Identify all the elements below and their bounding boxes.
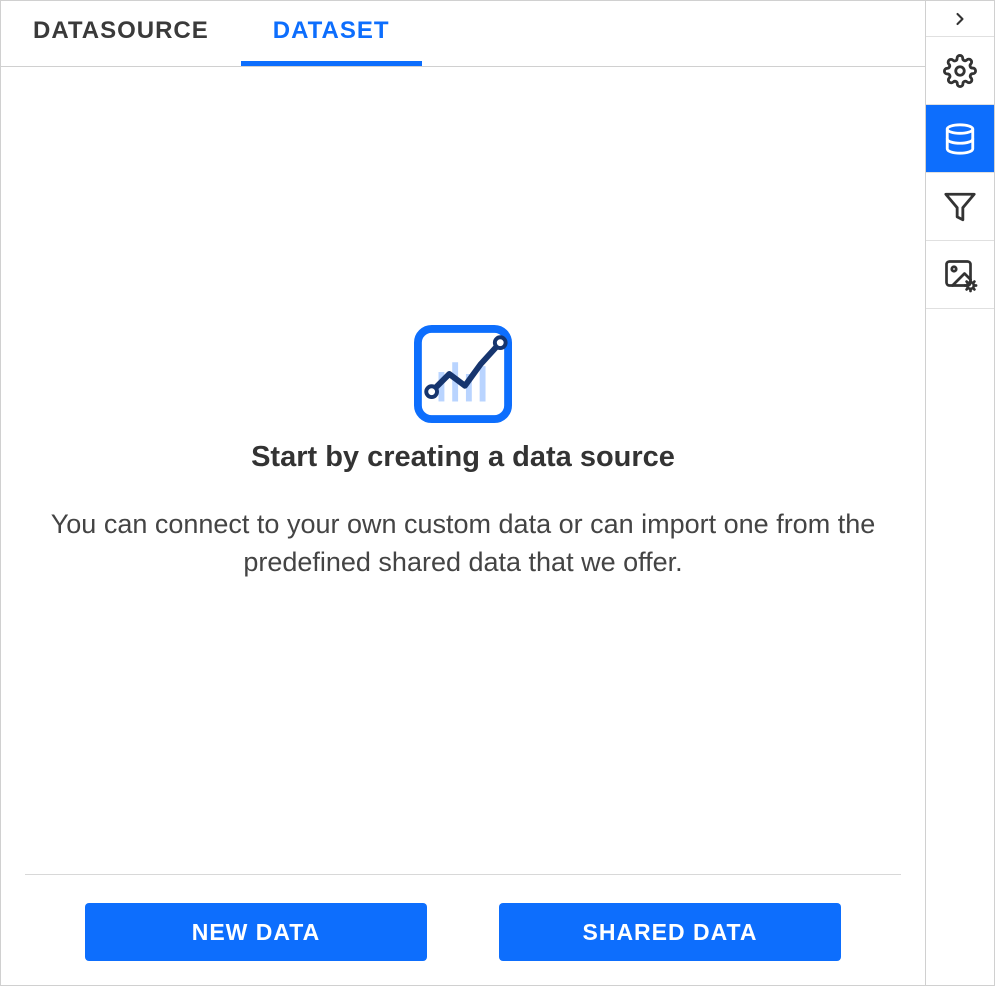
empty-state: Start by creating a data source You can … xyxy=(1,67,925,874)
app-root: DATASOURCE DATASET Start by creating a d… xyxy=(0,0,995,986)
new-data-button[interactable]: NEW DATA xyxy=(85,903,427,961)
database-icon xyxy=(943,122,977,156)
sidebar-data[interactable] xyxy=(926,105,994,173)
sidebar-image-settings[interactable] xyxy=(926,241,994,309)
footer-actions: NEW DATA SHARED DATA xyxy=(25,874,901,961)
main-panel: DATASOURCE DATASET Start by creating a d… xyxy=(1,1,926,985)
chart-icon xyxy=(414,325,512,423)
filter-icon xyxy=(943,190,977,224)
sidebar-collapse[interactable] xyxy=(926,1,994,37)
image-settings-icon xyxy=(942,257,978,293)
empty-heading: Start by creating a data source xyxy=(251,441,675,474)
tab-bar: DATASOURCE DATASET xyxy=(1,1,925,67)
right-sidebar xyxy=(926,1,994,985)
shared-data-button[interactable]: SHARED DATA xyxy=(499,903,841,961)
sidebar-settings[interactable] xyxy=(926,37,994,105)
chevron-right-icon xyxy=(950,9,970,29)
tab-datasource[interactable]: DATASOURCE xyxy=(1,1,241,66)
empty-description: You can connect to your own custom data … xyxy=(28,506,898,582)
gear-icon xyxy=(943,54,977,88)
sidebar-filter[interactable] xyxy=(926,173,994,241)
tab-dataset[interactable]: DATASET xyxy=(241,1,422,66)
